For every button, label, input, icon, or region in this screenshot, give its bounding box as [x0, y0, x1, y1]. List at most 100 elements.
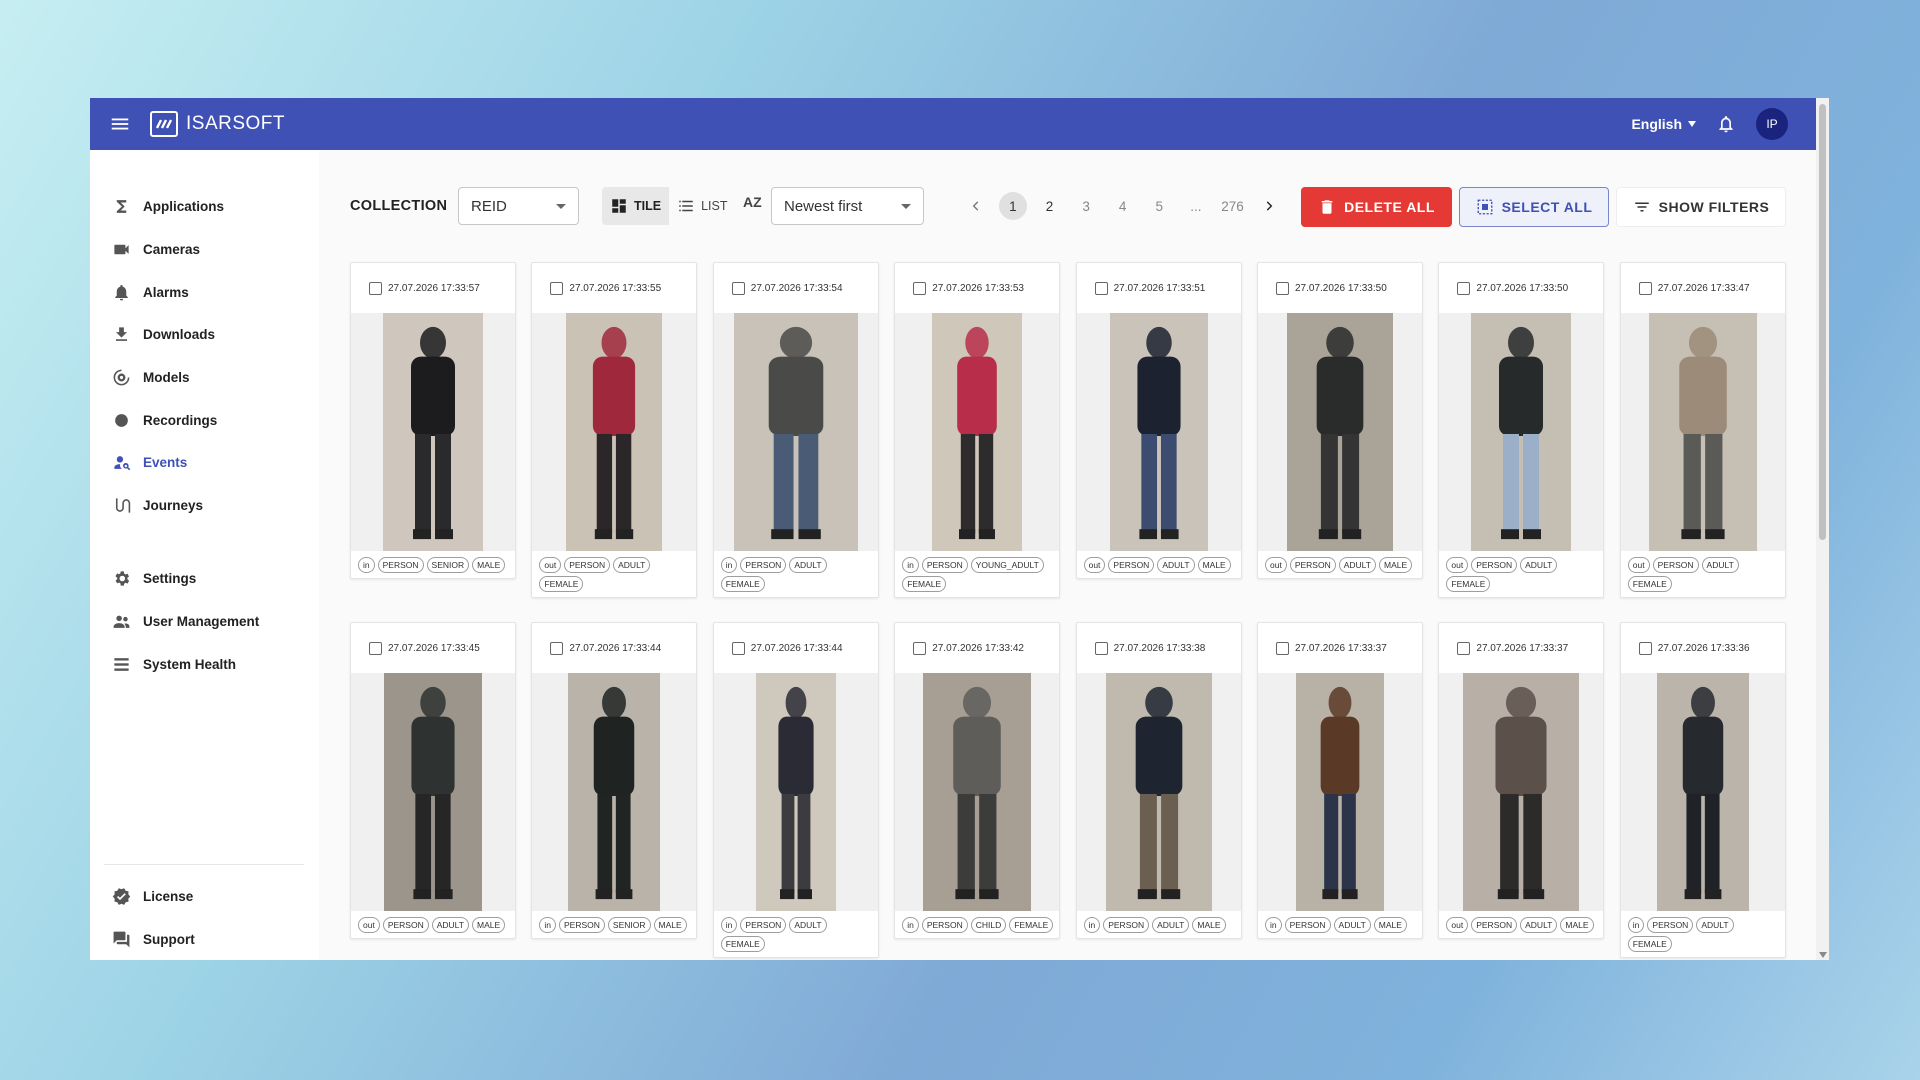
event-card[interactable]: 27.07.2026 17:33:57 in PERSON SENIOR MALE	[350, 262, 516, 579]
collection-value: REID	[471, 197, 507, 215]
event-card[interactable]: 27.07.2026 17:33:50 out PERSON ADULT MALE	[1257, 262, 1423, 579]
event-card[interactable]: 27.07.2026 17:33:38 in PERSON ADULT MALE	[1075, 622, 1242, 939]
sidebar-item-journeys[interactable]: Journeys	[112, 491, 203, 519]
scrollbar-thumb[interactable]	[1819, 104, 1826, 540]
view-tile-button[interactable]: TILE	[602, 187, 670, 225]
select-all-button[interactable]: SELECT ALL	[1459, 187, 1609, 227]
sidebar-item-applications[interactable]: Applications	[112, 192, 224, 220]
prev-page-button[interactable]	[958, 191, 995, 221]
person-crop-image	[923, 673, 1032, 911]
attribute-chip: ADULT	[613, 557, 651, 573]
event-card[interactable]: 27.07.2026 17:33:37 out PERSON ADULT MALE	[1438, 622, 1605, 939]
page-button[interactable]: 4	[1104, 191, 1141, 221]
collection-select[interactable]: REID	[458, 187, 579, 225]
event-checkbox[interactable]	[1276, 641, 1289, 655]
next-page-button[interactable]	[1251, 191, 1288, 221]
event-checkbox[interactable]	[731, 281, 745, 295]
page-button-last[interactable]: 276	[1214, 191, 1251, 221]
event-checkbox[interactable]	[1276, 281, 1289, 295]
event-image-frame[interactable]	[1076, 673, 1241, 911]
event-image-frame[interactable]	[713, 313, 878, 551]
show-filters-label: SHOW FILTERS	[1658, 199, 1770, 215]
event-image-frame[interactable]	[532, 673, 697, 911]
event-tags: in PERSON SENIOR MALE	[532, 911, 696, 938]
show-filters-button[interactable]: SHOW FILTERS	[1616, 187, 1786, 227]
attribute-chip: PERSON	[1103, 917, 1150, 933]
sort-select[interactable]: Newest first	[771, 187, 924, 225]
event-card[interactable]: 27.07.2026 17:33:44 in PERSON SENIOR MALE	[531, 622, 698, 939]
page-scrollbar[interactable]	[1816, 98, 1829, 960]
event-checkbox[interactable]	[1094, 641, 1108, 655]
event-image-frame[interactable]	[1076, 313, 1241, 551]
page-number: 1	[998, 192, 1027, 220]
event-image-frame[interactable]	[1620, 673, 1785, 911]
page-button[interactable]: 5	[1141, 191, 1178, 221]
sidebar-item-alarms[interactable]: Alarms	[112, 278, 189, 306]
person-crop-image	[568, 673, 661, 911]
attribute-chip: in	[1627, 917, 1645, 933]
event-checkbox[interactable]	[369, 281, 382, 295]
event-card[interactable]: 27.07.2026 17:33:54 in PERSON ADULT FEMALE	[712, 262, 879, 598]
event-card[interactable]: 27.07.2026 17:33:37 in PERSON ADULT MALE	[1257, 622, 1423, 939]
page-button-current[interactable]: 1	[995, 191, 1032, 221]
event-image-frame[interactable]	[351, 313, 515, 551]
event-checkbox[interactable]	[1457, 641, 1471, 655]
event-tags: in PERSON ADULT FEMALE	[714, 551, 878, 597]
event-card-header: 27.07.2026 17:33:37	[1439, 623, 1603, 673]
event-image-frame[interactable]	[1258, 673, 1422, 911]
event-image-frame[interactable]	[713, 673, 878, 911]
sidebar-item-user-management[interactable]: User Management	[112, 607, 259, 635]
event-checkbox[interactable]	[1638, 641, 1652, 655]
event-image-frame[interactable]	[1258, 313, 1422, 551]
event-image-frame[interactable]	[351, 673, 515, 911]
event-checkbox[interactable]	[1094, 281, 1108, 295]
sidebar-item-downloads[interactable]: Downloads	[112, 320, 215, 348]
event-card[interactable]: 27.07.2026 17:33:36 in PERSON ADULT FEMALE	[1619, 622, 1786, 958]
notifications-bell-icon[interactable]	[1716, 114, 1736, 134]
page-button[interactable]: 2	[1031, 191, 1068, 221]
event-card[interactable]: 27.07.2026 17:33:55 out PERSON ADULT FEMALE	[531, 262, 698, 598]
sidebar-item-support[interactable]: Support	[112, 925, 195, 953]
scroll-down-arrow-icon[interactable]	[1819, 952, 1827, 958]
sidebar-item-cameras[interactable]: Cameras	[112, 235, 200, 263]
event-checkbox[interactable]	[1457, 281, 1471, 295]
event-checkbox[interactable]	[913, 281, 927, 295]
brand-logo[interactable]: ISARSOFT	[150, 111, 285, 137]
event-checkbox[interactable]	[913, 641, 927, 655]
event-checkbox[interactable]	[731, 641, 745, 655]
event-image-frame[interactable]	[895, 313, 1060, 551]
menu-button[interactable]	[90, 98, 150, 150]
event-checkbox[interactable]	[1638, 281, 1652, 295]
event-card[interactable]: 27.07.2026 17:33:53 in PERSON YOUNG_ADULT FE…	[894, 262, 1061, 598]
sidebar-item-license[interactable]: License	[112, 882, 193, 910]
event-image-frame[interactable]	[1439, 673, 1604, 911]
delete-all-button[interactable]: DELETE ALL	[1301, 187, 1452, 227]
attribute-chip: FEMALE	[1446, 576, 1491, 592]
event-image-frame[interactable]	[1620, 313, 1785, 551]
sort-az-icon[interactable]: AZ	[743, 194, 762, 210]
event-checkbox[interactable]	[369, 641, 382, 655]
event-checkbox[interactable]	[550, 641, 564, 655]
sidebar-item-system-health[interactable]: System Health	[112, 650, 236, 678]
event-card[interactable]: 27.07.2026 17:33:42 in PERSON CHILD FEMALE	[894, 622, 1061, 939]
event-card[interactable]: 27.07.2026 17:33:51 out PERSON ADULT MALE	[1075, 262, 1242, 579]
event-card[interactable]: 27.07.2026 17:33:45 out PERSON ADULT MALE	[350, 622, 516, 939]
event-checkbox[interactable]	[550, 281, 564, 295]
page-button[interactable]: 3	[1068, 191, 1105, 221]
sidebar-item-settings[interactable]: Settings	[112, 564, 196, 592]
event-card[interactable]: 27.07.2026 17:33:50 out PERSON ADULT FEMALE	[1438, 262, 1605, 598]
sidebar-item-recordings[interactable]: Recordings	[112, 406, 217, 434]
chevron-down-icon	[901, 203, 911, 209]
event-image-frame[interactable]	[895, 673, 1060, 911]
event-image-frame[interactable]	[1439, 313, 1604, 551]
sidebar-item-models[interactable]: Models	[112, 363, 190, 391]
event-card[interactable]: 27.07.2026 17:33:44 in PERSON ADULT FEMALE	[712, 622, 879, 958]
event-card[interactable]: 27.07.2026 17:33:47 out PERSON ADULT FEMALE	[1619, 262, 1786, 598]
attribute-chip: out	[1265, 557, 1287, 573]
view-list-button[interactable]: LIST	[669, 187, 735, 225]
event-timestamp: 27.07.2026 17:33:44	[569, 642, 662, 654]
user-avatar[interactable]: IP	[1756, 108, 1788, 140]
sidebar-item-events[interactable]: Events	[112, 448, 187, 476]
language-selector[interactable]: English	[1631, 116, 1696, 132]
event-image-frame[interactable]	[532, 313, 697, 551]
